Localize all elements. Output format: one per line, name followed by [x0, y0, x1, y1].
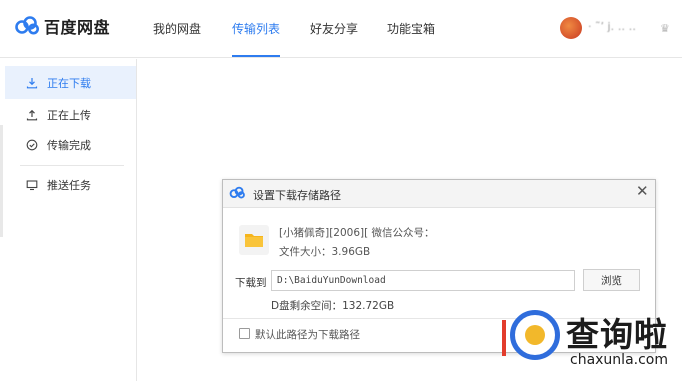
check-circle-icon — [25, 138, 39, 152]
active-tab-indicator — [232, 55, 280, 57]
nav-friend-share[interactable]: 好友分享 — [310, 20, 358, 37]
download-path-input[interactable] — [271, 270, 575, 291]
close-icon[interactable]: ✕ — [636, 182, 649, 200]
app-logo[interactable]: 百度网盘 — [14, 14, 110, 38]
vip-crown-icon[interactable]: ♛ — [660, 22, 670, 35]
dialog-header[interactable]: 设置下载存储路径 ✕ — [223, 180, 655, 208]
file-size: 文件大小：3.96GB — [279, 246, 371, 258]
default-path-label[interactable]: 默认此路径为下载路径 — [255, 327, 360, 342]
user-avatar[interactable] — [560, 17, 582, 39]
dialog-title: 设置下载存储路径 — [253, 189, 341, 202]
nav-transfer-list[interactable]: 传输列表 — [232, 20, 280, 37]
sidebar: 正在下载 正在上传 传输完成 推送任务 — [0, 59, 137, 381]
sidebar-edge — [0, 125, 3, 237]
sidebar-item-push-tasks[interactable]: 推送任务 — [5, 168, 136, 201]
free-space-text: D盘剩余空间：132.72GB — [271, 300, 395, 312]
watermark-logo-icon — [510, 310, 560, 360]
top-bar: 百度网盘 我的网盘 传输列表 好友分享 功能宝箱 · ˜ʼ j․ ․․ ‥ ♛ — [0, 0, 682, 58]
sidebar-item-label: 正在上传 — [47, 108, 91, 122]
baidu-cloud-logo-icon — [229, 186, 245, 199]
user-name[interactable]: · ˜ʼ j․ ․․ ‥ — [588, 20, 654, 34]
default-path-checkbox[interactable] — [239, 328, 250, 339]
baidu-cloud-logo-icon — [15, 16, 39, 35]
nav-my-drive[interactable]: 我的网盘 — [153, 20, 201, 37]
sidebar-item-label: 正在下载 — [47, 76, 91, 90]
app-title: 百度网盘 — [44, 18, 111, 37]
watermark-accent — [502, 320, 506, 356]
sidebar-item-completed[interactable]: 传输完成 — [5, 128, 136, 161]
sidebar-divider — [20, 165, 124, 166]
sidebar-item-downloading[interactable]: 正在下载 — [5, 66, 136, 99]
browse-button[interactable]: 浏览 — [583, 269, 640, 291]
sidebar-item-label: 传输完成 — [47, 138, 91, 152]
upload-icon — [25, 108, 39, 122]
file-name: [小猪佩奇][2006][ 微信公众号： — [279, 227, 435, 239]
download-to-label: 下载到 — [235, 277, 267, 289]
nav-toolbox[interactable]: 功能宝箱 — [387, 20, 435, 37]
sidebar-item-label: 推送任务 — [47, 178, 91, 192]
folder-icon — [239, 225, 269, 255]
sidebar-item-uploading[interactable]: 正在上传 — [5, 98, 136, 131]
download-icon — [25, 76, 39, 90]
site-watermark: 查询啦 chaxunla.com — [502, 302, 682, 381]
monitor-icon — [25, 178, 39, 192]
watermark-brand: 查询啦 — [566, 315, 668, 354]
watermark-domain: chaxunla.com — [570, 352, 668, 368]
